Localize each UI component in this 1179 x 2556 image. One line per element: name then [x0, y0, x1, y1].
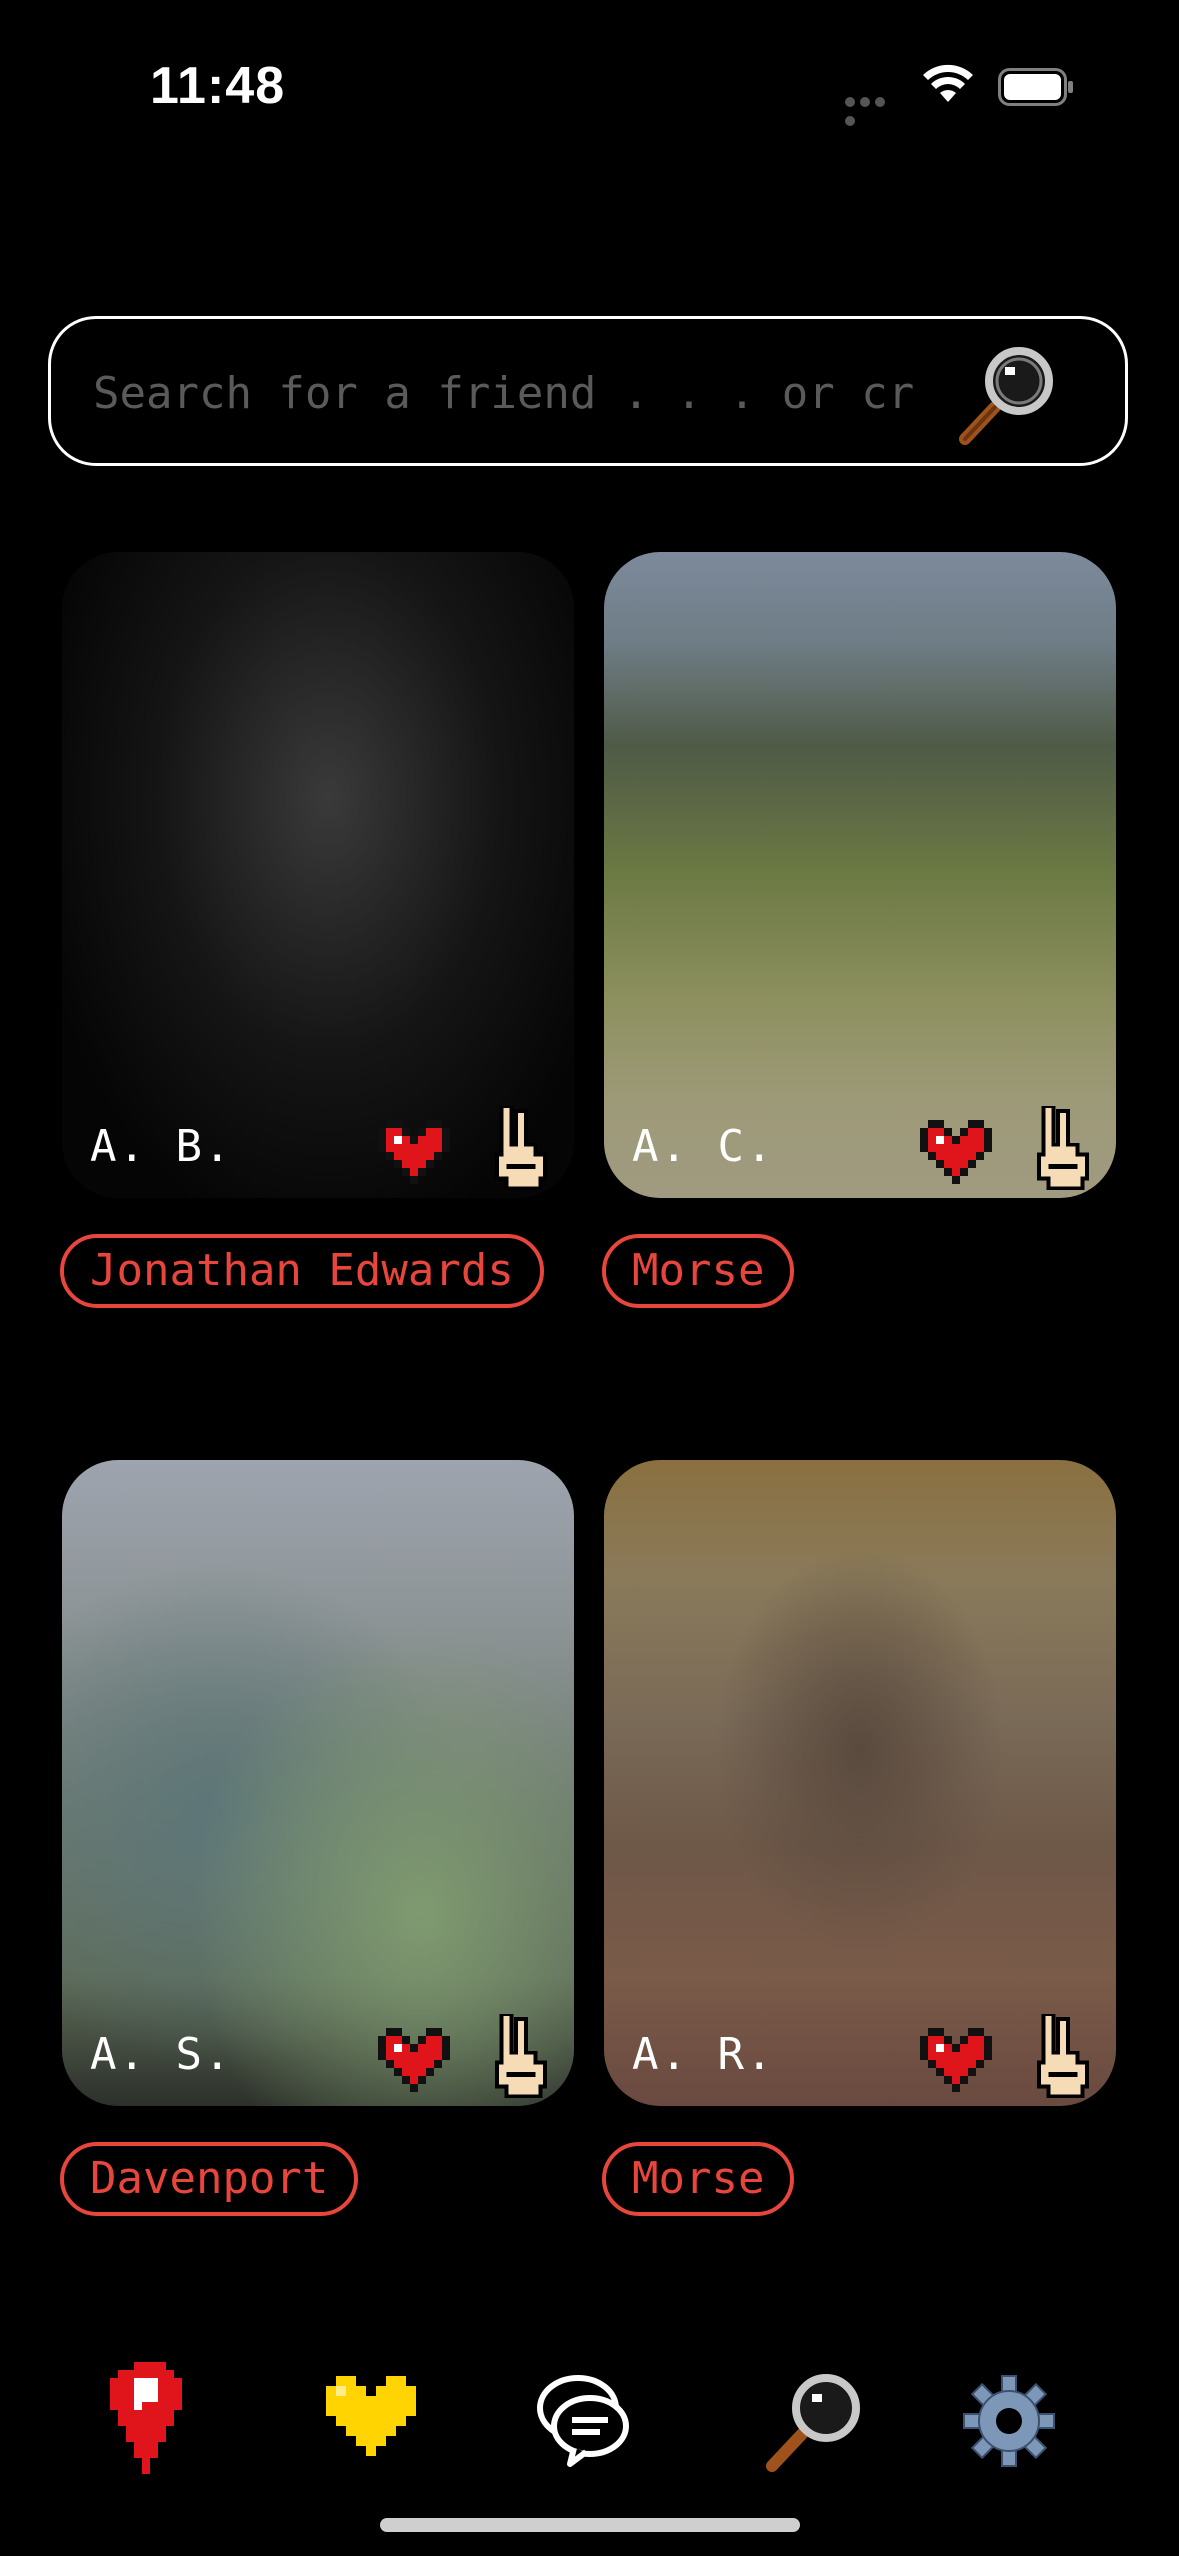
name-tag[interactable]: Morse [602, 1234, 795, 1308]
peace-hand-icon[interactable] [492, 2014, 550, 2106]
search-input[interactable] [91, 359, 915, 427]
profile-photo [62, 1460, 574, 2106]
heart-icon[interactable] [920, 2028, 992, 2092]
search-bar[interactable] [48, 316, 1128, 466]
wifi-icon [923, 64, 973, 102]
name-tag[interactable]: Morse [602, 2142, 795, 2216]
profile-card[interactable]: A. S. [62, 1460, 574, 2106]
profile-card[interactable]: A. C. [604, 552, 1116, 1198]
name-tag[interactable]: Jonathan Edwards [60, 1234, 544, 1308]
heart-icon[interactable] [920, 1120, 992, 1184]
profile-initials: A. C. [632, 1121, 775, 1172]
peace-hand-icon[interactable] [1034, 2014, 1092, 2106]
gear-icon[interactable] [962, 2374, 1056, 2468]
profile-initials: A. S. [90, 2029, 233, 2080]
peace-hand-icon[interactable] [1034, 1106, 1092, 1198]
heart-icon[interactable] [326, 2376, 416, 2456]
profile-card[interactable]: A. B. [62, 552, 574, 1198]
magnifier-icon[interactable] [955, 339, 1065, 449]
profile-initials: A. B. [90, 1121, 233, 1172]
name-tag[interactable]: Davenport [60, 2142, 359, 2216]
profile-photo [604, 1460, 1116, 2106]
heart-icon[interactable] [378, 2028, 450, 2092]
profile-initials: A. R. [632, 2029, 775, 2080]
battery-icon [998, 68, 1073, 106]
profile-photo [604, 552, 1116, 1198]
peace-hand-icon[interactable] [492, 1106, 550, 1198]
profile-photo [62, 552, 574, 1198]
map-pin-icon[interactable] [110, 2360, 190, 2476]
search-icon[interactable] [762, 2366, 872, 2476]
heart-icon[interactable] [378, 1120, 450, 1184]
profile-card[interactable]: A. R. [604, 1460, 1116, 2106]
home-indicator [380, 2518, 800, 2532]
chat-icon[interactable] [530, 2368, 634, 2472]
cellular-signal-icon [845, 92, 903, 126]
status-time: 11:48 [150, 57, 286, 115]
